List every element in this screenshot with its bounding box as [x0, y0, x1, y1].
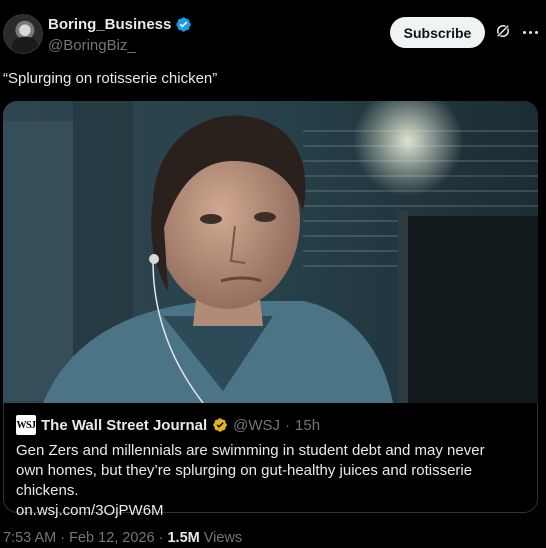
quoted-author-name: The Wall Street Journal — [41, 416, 208, 434]
separator-dot: · — [60, 530, 66, 546]
tweet-media-image[interactable] — [3, 101, 538, 403]
views-count: 1.5M — [167, 530, 200, 546]
quoted-author-handle: @WSJ — [233, 416, 281, 434]
tweet-header: Boring_Business @BoringBiz_ Subscribe — [0, 0, 546, 62]
tweet-date[interactable]: Feb 12, 2026 — [69, 530, 154, 546]
tweet-text: “Splurging on rotisserie chicken” — [3, 70, 218, 87]
author-display-name[interactable]: Boring_Business — [48, 16, 171, 33]
author-handle[interactable]: @BoringBiz_ — [48, 37, 136, 54]
tweet-meta: 7:53 AM · Feb 12, 2026 · 1.5M Views — [3, 530, 242, 546]
avatar[interactable] — [3, 14, 43, 54]
quoted-tweet-header: WSJ The Wall Street Journal @WSJ · 15h — [16, 415, 525, 435]
tweet-time[interactable]: 7:53 AM — [3, 530, 56, 546]
verified-badge-icon — [176, 17, 192, 32]
subscribe-button[interactable]: Subscribe — [390, 17, 485, 48]
author-name-row[interactable]: Boring_Business — [48, 16, 192, 33]
quoted-tweet-time: 15h — [295, 416, 321, 434]
views-label: Views — [203, 530, 243, 546]
quoted-tweet-body: Gen Zers and millennials are swimming in… — [16, 441, 516, 521]
more-icon[interactable] — [520, 22, 540, 42]
wsj-logo: WSJ — [16, 415, 36, 435]
verified-gold-badge-icon — [213, 418, 227, 432]
separator-dot: · — [285, 416, 291, 434]
quoted-tweet-text: Gen Zers and millennials are swimming in… — [16, 442, 485, 499]
quoted-tweet-link[interactable]: on.wsj.com/3OjPW6M — [16, 501, 516, 521]
quoted-tweet-card[interactable]: WSJ The Wall Street Journal @WSJ · 15h G… — [3, 403, 538, 519]
grok-icon[interactable] — [494, 22, 512, 40]
separator-dot: · — [158, 530, 164, 546]
